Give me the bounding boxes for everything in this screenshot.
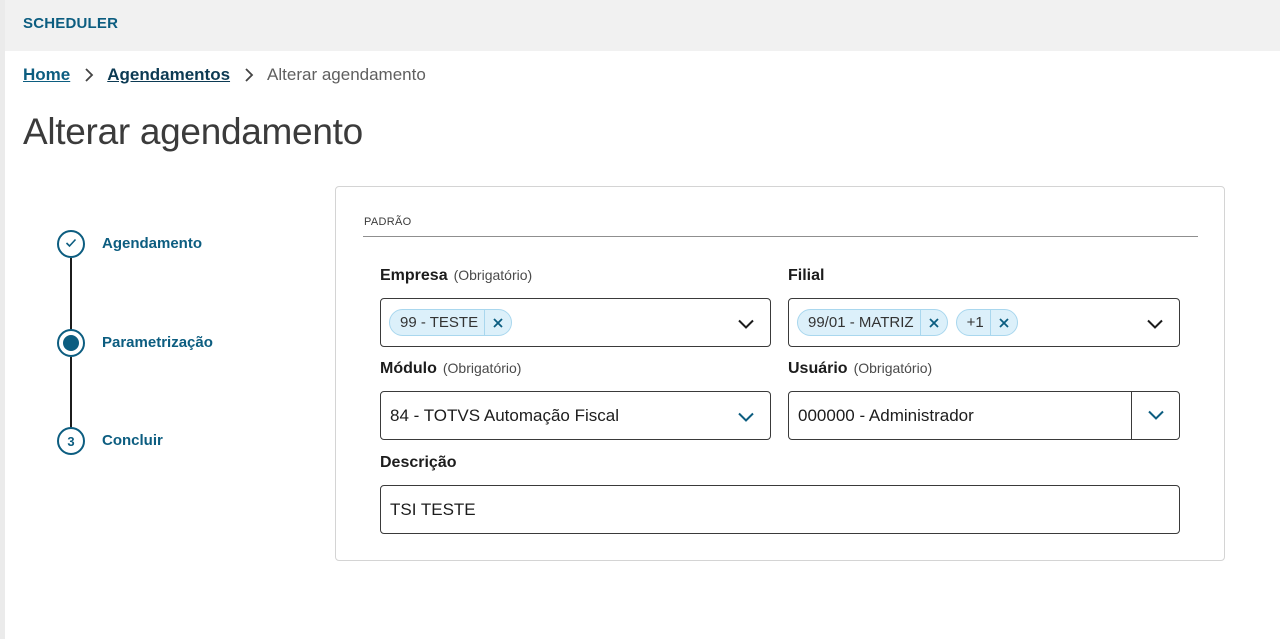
filial-more-count: +1 [966,314,984,331]
empresa-multiselect[interactable]: 99 - TESTE [380,298,771,347]
empresa-label-text: Empresa [380,267,448,284]
chevron-right-icon [244,68,254,82]
step-parametrizacao-indicator[interactable] [57,329,85,357]
close-icon[interactable] [485,309,511,336]
filial-label: Filial [788,267,825,284]
empresa-required-hint: (Obrigatório) [453,267,533,283]
close-icon[interactable] [921,309,947,336]
empresa-chip: 99 - TESTE [389,309,513,336]
left-edge-bar [0,0,5,639]
empresa-label: Empresa (Obrigatório) [380,267,532,285]
close-icon[interactable] [991,309,1017,336]
section-label: PADRÃO [364,216,412,228]
step-connector [70,258,72,330]
chevron-down-icon[interactable] [736,314,756,334]
filial-multiselect[interactable]: 99/01 - MATRIZ +1 [788,298,1180,347]
step-agendamento-label[interactable]: Agendamento [102,235,202,252]
empresa-chip-label: 99 - TESTE [400,314,479,331]
modulo-required-hint: (Obrigatório) [442,360,522,376]
step-agendamento-indicator[interactable] [57,230,85,258]
step-connector [70,357,72,428]
step-parametrizacao-label[interactable]: Parametrização [102,334,213,351]
modulo-value: 84 - TOTVS Automação Fiscal [390,405,619,425]
section-divider [363,236,1198,237]
usuario-dropdown-button[interactable] [1131,392,1179,439]
usuario-value[interactable]: 000000 - Administrador [789,406,974,426]
breadcrumb: Home Agendamentos Alterar agendamento [23,64,426,86]
stepper: Agendamento Parametrização 3 Concluir [57,230,257,460]
step-concluir-label[interactable]: Concluir [102,432,163,449]
filial-more-chip[interactable]: +1 [955,309,1018,336]
breadcrumb-agendamentos-link[interactable]: Agendamentos [107,65,230,85]
app-root: SCHEDULER Home Agendamentos Alterar agen… [0,0,1280,639]
usuario-combo[interactable]: 000000 - Administrador [788,391,1180,440]
top-bar: SCHEDULER [5,0,1280,51]
usuario-label-text: Usuário [788,360,848,377]
page-title: Alterar agendamento [23,111,363,152]
filial-chip: 99/01 - MATRIZ [797,309,948,336]
chevron-down-icon [1147,407,1164,425]
usuario-label: Usuário (Obrigatório) [788,360,932,378]
descricao-input[interactable]: TSI TESTE [380,485,1180,534]
modulo-label: Módulo (Obrigatório) [380,360,521,378]
descricao-label: Descrição [380,454,457,471]
descricao-value[interactable]: TSI TESTE [381,500,476,520]
modulo-select[interactable]: 84 - TOTVS Automação Fiscal [380,391,771,440]
step-number: 3 [67,433,75,449]
check-icon [65,235,77,253]
breadcrumb-home-link[interactable]: Home [23,65,70,85]
step-concluir-indicator[interactable]: 3 [57,427,85,455]
chevron-down-icon[interactable] [736,407,756,427]
filial-chip-label: 99/01 - MATRIZ [808,314,914,331]
app-title: SCHEDULER [23,15,119,32]
chevron-right-icon [84,68,94,82]
modulo-label-text: Módulo [380,360,437,377]
chevron-down-icon[interactable] [1145,314,1165,334]
form-card: PADRÃO Empresa (Obrigatório) 99 - TESTE F… [335,186,1225,561]
breadcrumb-current: Alterar agendamento [267,65,426,84]
usuario-required-hint: (Obrigatório) [853,360,933,376]
